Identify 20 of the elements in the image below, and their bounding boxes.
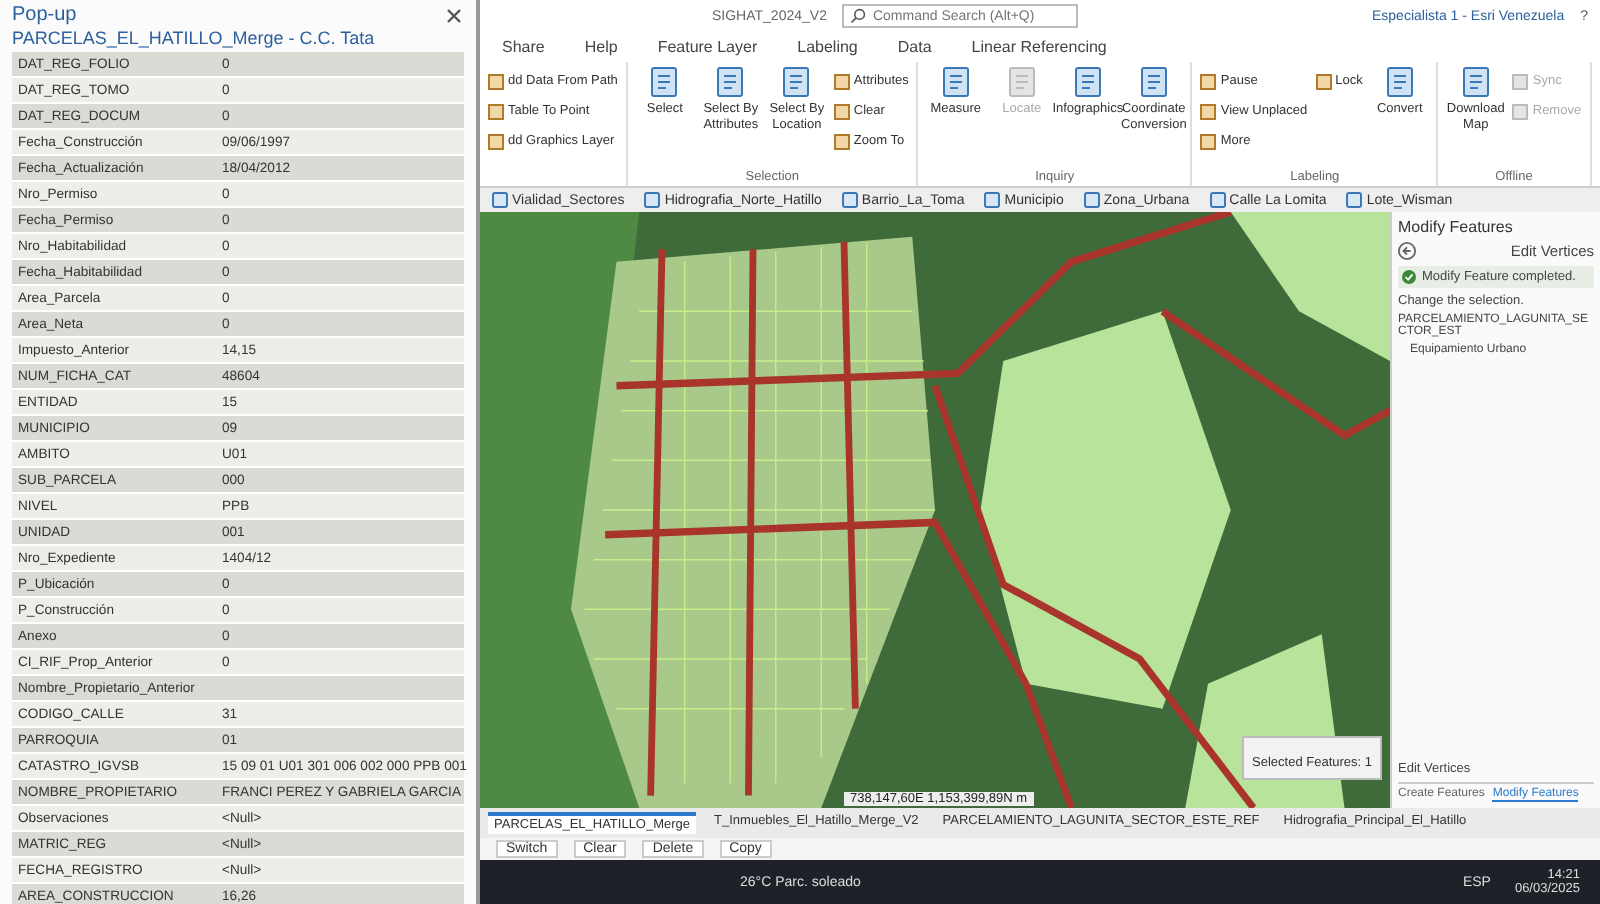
pane-title: Modify Features — [1398, 218, 1515, 236]
ribbon-tab[interactable]: Linear Referencing — [965, 36, 1113, 58]
layer-icon — [492, 192, 508, 208]
ribbon-tab[interactable]: Help — [578, 36, 624, 58]
popup-title: Pop-up — [12, 4, 77, 26]
check-icon — [1402, 270, 1416, 284]
layer-icon — [1209, 192, 1226, 208]
layer-icon — [984, 192, 1001, 208]
ribbon-tab[interactable]: Labeling — [791, 36, 864, 58]
layer-icon — [1083, 192, 1100, 208]
ribbon-tab[interactable]: Data — [891, 36, 938, 58]
search-icon — [850, 8, 867, 24]
layer-icon — [841, 192, 858, 208]
layer-title: PARCELAS_EL_HATILLO_Merge - C.C. Tata — [12, 28, 377, 48]
back-arrow-icon[interactable] — [1398, 242, 1416, 260]
ribbon-tab[interactable]: Share — [496, 36, 551, 58]
layer-icon — [1346, 192, 1363, 208]
layer-icon — [644, 192, 661, 208]
ribbon-tab[interactable]: Feature Layer — [651, 36, 764, 58]
close-icon[interactable] — [444, 5, 464, 25]
